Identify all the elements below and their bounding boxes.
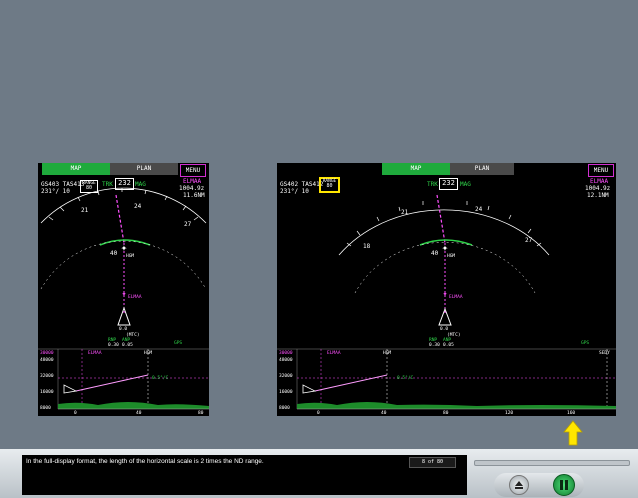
svg-text:✦: ✦ (442, 291, 447, 298)
waypoint-elmaa: ELMAA (128, 295, 142, 300)
vsd-alt-16: 16000 (279, 390, 293, 395)
pause-icon (560, 480, 568, 490)
waypoint-eta: 1004.9z (179, 185, 205, 192)
waypoint-eta: 1004.9z (585, 185, 611, 192)
heading-box: 232 (115, 178, 134, 190)
heading-box: 232 (439, 178, 458, 190)
vsd-alt-bottom: 8000 (40, 406, 51, 411)
vsd-tick-0: 0 (74, 411, 77, 416)
rnp-value: 0.30 (108, 343, 119, 348)
active-waypoint: ELMAA (183, 178, 202, 185)
tab-map[interactable]: MAP (382, 163, 450, 175)
waypoint-distance: 12.1NM (587, 192, 609, 199)
vsd-path-label: 0.5°/C (152, 376, 169, 381)
page-counter: 8 of 80 (409, 457, 456, 468)
track-line (115, 194, 125, 244)
vsd-alt-48: 48000 (40, 358, 54, 363)
tab-plan[interactable]: PLAN (110, 163, 178, 175)
compass-label-27: 27 (184, 221, 192, 228)
compass-label-27: 27 (525, 237, 533, 244)
right-nav-display: ✦ ✦ MAP PLAN MENU GS402 TAS412 231°/ 10 … (277, 163, 616, 416)
waypoint-elmaa: ELMAA (449, 295, 463, 300)
waypoint-hgm: HGM (447, 254, 456, 259)
compass-label-24: 24 (475, 206, 483, 213)
groundspeed-readout: GS403 TAS413 (41, 181, 85, 188)
progress-scrubber[interactable] (474, 460, 630, 466)
waypoint-hgm: HGM (126, 254, 135, 259)
compass-label-18: 18 (363, 243, 371, 250)
vsd-tick-160: 160 (567, 411, 576, 416)
svg-text:✦: ✦ (121, 244, 128, 253)
right-display-graphics: ✦ ✦ (277, 194, 616, 410)
tab-map[interactable]: MAP (42, 163, 110, 175)
terrain-profile (58, 402, 209, 409)
up-arrow-icon (563, 420, 583, 446)
wind-readout: 231°/ 10 (41, 188, 70, 195)
range-value: 80 (85, 185, 93, 191)
vsd-alt-32: 32000 (279, 374, 293, 379)
gps-label: GPS (174, 341, 183, 346)
tab-plan[interactable]: PLAN (450, 163, 514, 175)
vsd-tick-40: 40 (381, 411, 387, 416)
vsd-tick-0: 0 (317, 411, 320, 416)
trk-label: TRK (427, 181, 438, 188)
compass-ticks (346, 201, 542, 247)
groundspeed-readout: GS402 TAS412 (280, 181, 324, 188)
eject-icon (515, 481, 523, 489)
compass-label-21: 21 (401, 209, 409, 216)
vsd-wpt-hgm: HGM (144, 351, 153, 356)
rnp-value: 0.30 (429, 343, 440, 348)
mag-label: MAG (460, 181, 471, 188)
vsd-wpt-elmaa: ELMAA (327, 351, 341, 356)
svg-text:✦: ✦ (121, 291, 126, 298)
vsd-path-label: 0.5°/C (397, 376, 414, 381)
back-button[interactable] (509, 475, 529, 495)
vsd-alt-16: 16000 (40, 390, 54, 395)
vsd-wpt-sedy: SEDY (599, 351, 610, 356)
range-ring-label: 40 (431, 250, 439, 257)
left-tabbar: MAP PLAN (38, 163, 178, 176)
menu-button[interactable]: MENU (180, 164, 206, 177)
caption-text: In the full-display format, the length o… (22, 455, 467, 495)
vsd-tick-120: 120 (505, 411, 514, 416)
left-nav-display: ✦ ✦ MAP PLAN MENU GS403 TAS413 231°/ 10 … (38, 163, 209, 416)
pause-button[interactable] (553, 474, 575, 496)
compass-ticks (48, 188, 199, 221)
vsd-alt-48: 48000 (279, 358, 293, 363)
vsd-tick-40: 40 (136, 411, 142, 416)
vsd-tick-80: 80 (443, 411, 449, 416)
mag-label: MAG (135, 181, 146, 188)
range-selector[interactable]: RANGE 80 (80, 180, 98, 193)
wind-readout: 231°/ 10 (280, 188, 309, 195)
vsd-alt-top: 30000 (279, 351, 293, 356)
vsd-wpt-hgm: HGM (383, 351, 392, 356)
vsd-alt-32: 32000 (40, 374, 54, 379)
anp-value: 0.05 (122, 343, 133, 348)
menu-button[interactable]: MENU (588, 164, 614, 177)
vsd-tick-80: 80 (198, 411, 204, 416)
track-line (436, 194, 446, 244)
vsd-alt-bottom: 8000 (279, 406, 290, 411)
aircraft-symbol (117, 306, 131, 326)
range-value: 80 (326, 183, 333, 189)
right-tabbar: MAP PLAN (277, 163, 514, 176)
range-selector[interactable]: RANGE 80 (319, 177, 340, 193)
anp-value: 0.05 (443, 343, 454, 348)
left-display-graphics: ✦ ✦ (38, 187, 209, 410)
svg-text:✦: ✦ (442, 244, 449, 253)
range-ring-label: 40 (110, 250, 118, 257)
terrain-profile (297, 402, 616, 409)
active-waypoint: ELMAA (590, 178, 609, 185)
vsd-alt-top: 30000 (40, 351, 54, 356)
compass-label-24: 24 (134, 203, 142, 210)
gps-label: GPS (581, 341, 590, 346)
compass-label-21: 21 (81, 207, 89, 214)
vsd-wpt-elmaa: ELMAA (88, 351, 102, 356)
trk-label: TRK (102, 181, 113, 188)
waypoint-distance: 11.6NM (183, 192, 205, 199)
